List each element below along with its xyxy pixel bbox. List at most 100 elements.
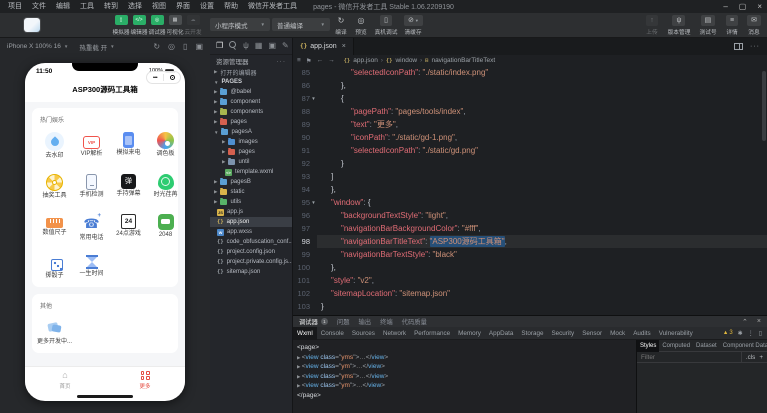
rotate-icon[interactable]: ↻ [153,42,160,51]
panel-tab-终端[interactable]: 终端 [380,317,393,326]
add-style-icon[interactable]: + [759,354,763,361]
fold-icon[interactable]: ▼ [310,96,317,101]
grid-item-watermark[interactable]: 去水印 [36,132,73,161]
grid-item-lottery[interactable]: 抽奖工具 [36,173,73,201]
code-line[interactable]: "navigationBarTitleText": "ASP300源码工具箱", [317,235,767,248]
tree-item[interactable]: ▶ pages [210,117,292,127]
tree-item[interactable]: Wapp.wxss [210,227,292,237]
code-line[interactable]: "backgroundTextStyle": "light", [317,209,767,222]
code-line[interactable]: "selectedIconPath": "./static/gd.png" [317,144,767,157]
screenshot-icon[interactable]: ◎ [168,42,175,51]
fold-icon[interactable]: ▼ [310,200,317,205]
grid-item-palette[interactable]: 调色板 [147,132,184,161]
open-editors-section[interactable]: ▶ 打开的编辑器 [210,67,292,77]
debugger-tab-Security[interactable]: Security [547,327,578,340]
tree-item[interactable]: ▶ static [210,187,292,197]
grid-item-ruler[interactable]: 数值尺子 [36,214,73,243]
debugger-tab-Storage[interactable]: Storage [517,327,547,340]
tab-更多[interactable]: 更多 [105,367,185,393]
code-line[interactable]: "selectedIconPath": "./static/index.png" [317,66,767,79]
more-dots-icon[interactable]: ••• [147,75,163,81]
tree-item[interactable]: <> template.wxml [210,167,292,177]
debugger-tab-Audits[interactable]: Audits [629,327,655,340]
grid-item-hourglass[interactable]: 一生时间 [73,255,110,281]
npm-box-icon[interactable]: ▣ [268,42,276,50]
panel-tab-输出[interactable]: 输出 [358,317,371,326]
close-circle-icon[interactable] [164,75,180,80]
menu-item[interactable]: 设置 [195,0,219,13]
toggle-editor-code-icon[interactable]: </> 编辑器 [130,15,148,36]
code-line[interactable]: { [317,92,767,105]
wxml-line[interactable]: ▶ <view class="yms">…</view> [297,353,636,363]
device-icon[interactable]: ▯ [183,42,187,51]
code-area[interactable]: 85 86 87 ▼ 88 89 90 91 92 93 94 95 ▼ 96 97 9… [293,66,767,315]
menu-item[interactable]: 文件 [27,0,51,13]
grid-item-g2048[interactable]: 2048 [147,213,184,243]
tree-item[interactable]: ▶ component [210,97,292,107]
compile-dropdown[interactable]: 普通编译 ▼ [272,18,330,31]
tree-item[interactable]: {} project.private.config.js... [210,257,292,267]
grid-item-timeflies[interactable]: 时光荏苒 [147,173,184,201]
inspector-tab-computed[interactable]: Computed [659,340,693,352]
grid-item-phonecall[interactable]: ☎常用电话 [73,213,110,243]
gear-icon[interactable]: ✱ [738,330,743,337]
action-message-icon[interactable]: ✉ 消息 [747,15,761,36]
hot-reload-selector[interactable]: 热重载 开 [79,42,107,52]
action-clear-cache-icon[interactable]: ⊘ ▼ 清缓存 [404,15,423,36]
code-line[interactable]: } [317,157,767,170]
menu-item[interactable]: 界面 [171,0,195,13]
grid-item-game24[interactable]: 24 24点游戏 [110,213,147,243]
tab-首页[interactable]: ⌂ 首页 [25,367,105,393]
menu-item[interactable]: 转到 [99,0,123,13]
device-selector[interactable]: iPhone X 100% 16 [7,43,61,50]
action-test-account-icon[interactable]: ▤ 测试号 [699,15,717,36]
panel-tab-代码质量[interactable]: 代码质量 [402,317,427,326]
action-details-icon[interactable]: ≡ 详情 [725,15,739,36]
action-compile-icon[interactable]: ↻ 编译 [334,15,348,36]
menu-item[interactable]: 微信开发者工具 [243,0,302,13]
breadcrumb-item[interactable]: app.json [353,57,378,64]
panel-tab-问题[interactable]: 问题 [337,317,350,326]
code-line[interactable]: "pagePath": "pages/tools/index", [317,105,767,118]
tree-item[interactable]: ▼ pagesA [210,127,292,137]
wxml-line[interactable]: ▶ <view class="ym">…</view> [297,362,636,372]
toggle-simulator-phone-icon[interactable]: ▯ 模拟器 [112,15,130,36]
minimize-icon[interactable]: – [723,0,727,13]
debugger-tab-Mock[interactable]: Mock [606,327,629,340]
wxml-line[interactable]: </page> [297,391,636,401]
kebab-menu-icon[interactable]: ⋮ [748,330,754,337]
tree-item[interactable]: ▶ components [210,107,292,117]
device-frame-icon[interactable]: ▯ [759,330,762,337]
inspector-tab-styles[interactable]: Styles [637,339,660,352]
tree-item[interactable]: ▶ pages [210,147,292,157]
toggle-cloud-dev-icon[interactable]: ☁ 云开发 [184,15,202,36]
debugger-tab-AppData[interactable]: AppData [485,327,518,340]
project-logo[interactable] [24,18,40,32]
menu-item[interactable]: 工具 [75,0,99,13]
git-branch-icon[interactable]: ψ [243,42,249,50]
tree-item[interactable]: {} code_obfuscation_conf... [210,237,292,247]
more-actions-icon[interactable]: ··· [750,43,760,50]
debugger-tab-Performance[interactable]: Performance [410,327,454,340]
window-icon[interactable]: ▣ [195,42,203,51]
tree-item[interactable]: JS app.js [210,207,292,217]
wxml-line[interactable]: ▶ <view class="yms">…</view> [297,372,636,382]
debugger-tab-Wxml[interactable]: Wxml [293,326,317,340]
close-icon[interactable]: × [757,318,761,326]
debugger-tab-Sensor[interactable]: Sensor [578,327,606,340]
files-icon[interactable]: ❐ [216,42,223,50]
breadcrumb-item[interactable]: navigationBarTitleText [431,57,495,64]
mode-dropdown[interactable]: 小程序模式 ▼ [210,18,270,31]
extensions-icon[interactable]: ▦ [255,42,263,50]
menu-item[interactable]: 选择 [123,0,147,13]
menu-item[interactable]: 项目 [3,0,27,13]
debugger-tab-Console[interactable]: Console [317,327,348,340]
action-preview-icon[interactable]: ◎ 预览 [354,15,368,36]
project-root-section[interactable]: ▼ PAGES [210,77,292,87]
code-line[interactable]: "style": "v2", [317,274,767,287]
code-line[interactable]: } [317,300,767,313]
debugger-tab-Sources[interactable]: Sources [348,327,379,340]
code-line[interactable]: "navigationBarTextStyle": "black" [317,248,767,261]
filter-input[interactable] [637,353,741,361]
maximize-icon[interactable]: ▢ [739,0,747,13]
